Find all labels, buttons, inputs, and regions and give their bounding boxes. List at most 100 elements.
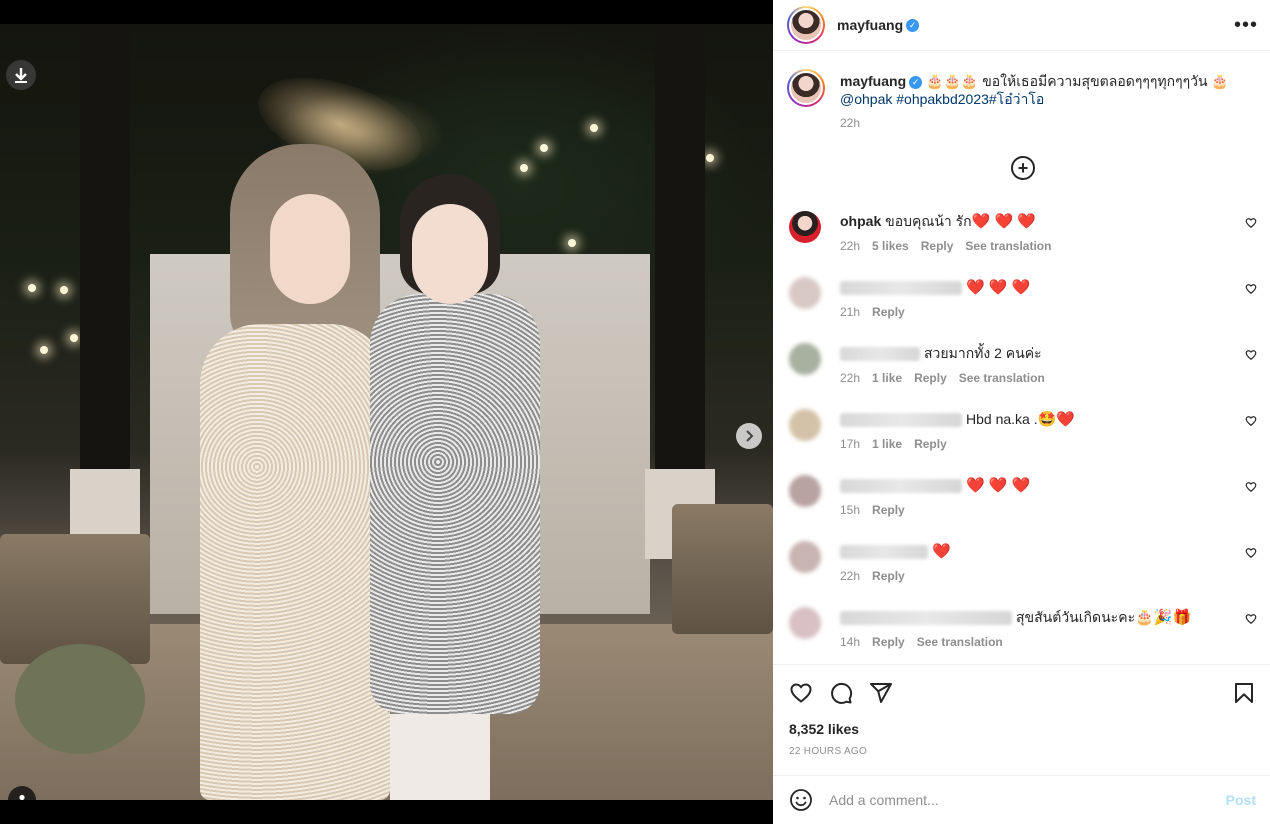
comment-item: ❤️ ❤️ ❤️ 15h Reply xyxy=(787,475,1257,531)
heart-icon[interactable] xyxy=(789,681,813,705)
blurred-username[interactable] xyxy=(840,545,928,560)
comment-likes[interactable]: 1 like xyxy=(872,437,902,451)
blurred-username[interactable] xyxy=(840,413,962,428)
person-legs xyxy=(390,714,490,800)
caption-hashtags[interactable]: #ohpakbd2023#โอ๋ว่าโอ xyxy=(896,91,1044,107)
comment-item: ❤️ 22h Reply xyxy=(787,541,1257,597)
comment-emoji: ❤️ xyxy=(932,543,951,560)
comment-time[interactable]: 21h xyxy=(840,305,860,319)
comment-like-icon[interactable] xyxy=(1245,415,1257,430)
caption-mention[interactable]: @ohpak xyxy=(840,91,892,107)
commenter-avatar[interactable] xyxy=(789,409,821,441)
comment-like-icon[interactable] xyxy=(1245,547,1257,562)
comment-time[interactable]: 22h xyxy=(840,371,860,385)
garden-light xyxy=(568,239,576,247)
commenter-avatar[interactable] xyxy=(789,211,821,243)
comment-icon[interactable] xyxy=(829,681,853,705)
verified-icon: ✓ xyxy=(906,18,920,32)
comment-like-icon[interactable] xyxy=(1245,217,1257,232)
more-options-icon[interactable]: ••• xyxy=(1234,15,1258,35)
commenter-username[interactable]: ohpak xyxy=(840,213,881,229)
garden-light xyxy=(540,144,548,152)
comment-emoji: 🤩❤️ xyxy=(1037,411,1075,428)
chevron-right-icon[interactable] xyxy=(736,423,762,449)
comment-text: สวยมากทั้ง 2 คนค่ะ xyxy=(924,345,1042,361)
commenter-avatar[interactable] xyxy=(789,475,821,507)
comment-item: Hbd na.ka .🤩❤️ 17h 1 like Reply xyxy=(787,409,1257,465)
person-face xyxy=(412,204,488,304)
post-header: mayfuang ✓ ••• xyxy=(773,0,1270,51)
comment-like-icon[interactable] xyxy=(1245,481,1257,496)
reply-button[interactable]: Reply xyxy=(872,569,905,583)
reply-button[interactable]: Reply xyxy=(914,437,947,451)
comment-time[interactable]: 22h xyxy=(840,569,860,583)
caption-text: 🎂🎂🎂 ขอให้เธอมีความสุขตลอดๆๆๆทุกๆๆวัน 🎂 xyxy=(926,73,1229,89)
share-icon[interactable] xyxy=(869,681,893,705)
garden-light xyxy=(520,164,528,172)
comment-emoji: ❤️ ❤️ ❤️ xyxy=(966,477,1031,494)
garden-light xyxy=(706,154,714,162)
comment-time[interactable]: 14h xyxy=(840,635,860,649)
comment-emoji: 🎂🎉🎁 xyxy=(1135,609,1192,626)
reply-button[interactable]: Reply xyxy=(914,371,947,385)
reply-button[interactable]: Reply xyxy=(872,503,905,517)
author-avatar[interactable] xyxy=(787,69,825,107)
comment-likes[interactable]: 1 like xyxy=(872,371,902,385)
commenter-avatar[interactable] xyxy=(789,541,821,573)
garden-light xyxy=(60,286,68,294)
plus-circle-icon[interactable]: + xyxy=(1011,156,1035,180)
comment-time[interactable]: 17h xyxy=(840,437,860,451)
emoji-icon[interactable] xyxy=(789,788,813,812)
caption-time[interactable]: 22h xyxy=(840,114,1240,132)
comment-text: สุขสันต์วันเกิดนะคะ xyxy=(1016,609,1136,625)
likes-count[interactable]: 8,352 likes xyxy=(789,721,859,737)
see-translation-link[interactable]: See translation xyxy=(917,635,1003,649)
post-photo[interactable] xyxy=(0,24,773,800)
verified-icon: ✓ xyxy=(909,75,923,89)
sofa xyxy=(672,504,773,634)
caption-username[interactable]: mayfuang xyxy=(840,73,906,89)
commenter-avatar[interactable] xyxy=(789,277,821,309)
comment-input[interactable]: Add a comment... xyxy=(829,792,1226,808)
comment-like-icon[interactable] xyxy=(1245,283,1257,298)
comment-item: ❤️ ❤️ ❤️ 21h Reply xyxy=(787,277,1257,333)
see-translation-link[interactable]: See translation xyxy=(959,371,1045,385)
blurred-username[interactable] xyxy=(840,281,962,296)
author-avatar[interactable] xyxy=(787,6,825,44)
comment-item: สวยมากทั้ง 2 คนค่ะ 22h 1 like Reply See tran… xyxy=(787,343,1257,399)
comments-area[interactable]: mayfuang ✓ 🎂🎂🎂 ขอให้เธอมีความสุขตลอดๆๆๆทุ… xyxy=(773,51,1270,664)
blurred-username[interactable] xyxy=(840,347,920,362)
bookmark-icon[interactable] xyxy=(1232,681,1256,705)
comment-emoji: ❤️ ❤️ ❤️ xyxy=(971,213,1037,230)
blurred-username[interactable] xyxy=(840,611,1012,626)
comment-composer: Add a comment... Post xyxy=(773,775,1270,824)
comment-item: สุขสันต์วันเกิดนะคะ🎂🎉🎁 14h Reply See transl… xyxy=(787,607,1257,663)
post-actions: 8,352 likes 22 HOURS AGO xyxy=(773,664,1270,775)
comment-item: ohpak ขอบคุณน้า รัก❤️ ❤️ ❤️ 22h 5 likes Rep… xyxy=(787,211,1257,267)
garden-light xyxy=(28,284,36,292)
reply-button[interactable]: Reply xyxy=(872,635,905,649)
commenter-avatar[interactable] xyxy=(789,607,821,639)
download-icon[interactable] xyxy=(6,60,36,90)
garden-light xyxy=(40,346,48,354)
comment-likes[interactable]: 5 likes xyxy=(872,239,909,253)
person-dress xyxy=(200,324,390,800)
see-translation-link[interactable]: See translation xyxy=(965,239,1051,253)
blurred-username[interactable] xyxy=(840,479,962,494)
garden-light xyxy=(590,124,598,132)
cushion xyxy=(15,644,145,754)
commenter-avatar[interactable] xyxy=(789,343,821,375)
post-timestamp: 22 HOURS AGO xyxy=(789,746,868,757)
reply-button[interactable]: Reply xyxy=(921,239,954,253)
author-username[interactable]: mayfuang xyxy=(837,17,903,33)
comment-time[interactable]: 15h xyxy=(840,503,860,517)
comment-time[interactable]: 22h xyxy=(840,239,860,253)
post-detail-panel: mayfuang ✓ ••• mayfuang ✓ 🎂🎂🎂 ขอให้เธอมีค… xyxy=(773,0,1270,824)
comment-text: Hbd na.ka . xyxy=(966,411,1038,427)
comment-like-icon[interactable] xyxy=(1245,349,1257,364)
comment-text: ขอบคุณน้า รัก xyxy=(885,213,972,229)
comment-like-icon[interactable] xyxy=(1245,613,1257,628)
comment-emoji: ❤️ ❤️ ❤️ xyxy=(966,279,1031,296)
reply-button[interactable]: Reply xyxy=(872,305,905,319)
post-button[interactable]: Post xyxy=(1226,792,1256,808)
